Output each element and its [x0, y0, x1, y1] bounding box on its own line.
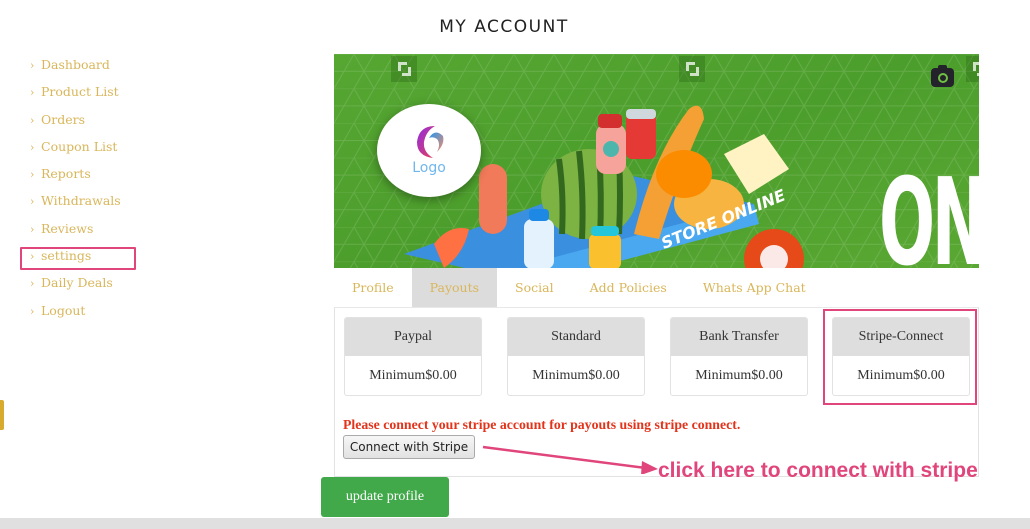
chevron-right-icon: › — [30, 86, 35, 100]
payout-method-name: Bank Transfer — [671, 318, 807, 356]
annotation-text: click here to connect with stripe — [658, 459, 978, 482]
annotation-arrow-icon — [482, 445, 658, 474]
tab-add-policies[interactable]: Add Policies — [572, 268, 685, 307]
chevron-right-icon: › — [30, 168, 35, 182]
connect-with-stripe-button[interactable]: Connect with Stripe — [343, 435, 475, 459]
chevron-right-icon: › — [30, 222, 35, 236]
sidebar-item-withdrawals[interactable]: › Withdrawals — [30, 192, 121, 219]
store-banner: STORE ONLINE Logo ON — [334, 54, 979, 268]
tab-payouts[interactable]: Payouts — [411, 268, 498, 307]
footer-strip — [0, 518, 1030, 529]
payout-method-minimum: Minimum$0.00 — [695, 368, 783, 383]
sidebar-item-dashboard[interactable]: › Dashboard — [30, 56, 121, 83]
side-tab-handle[interactable] — [0, 400, 4, 430]
banner-headline: ON — [879, 154, 979, 269]
crop-icon[interactable] — [966, 56, 979, 82]
sidebar-item-product-list[interactable]: › Product List — [30, 83, 121, 110]
tab-whats-app-chat[interactable]: Whats App Chat — [685, 268, 824, 307]
tab-profile[interactable]: Profile — [334, 268, 412, 307]
sidebar-item-label: Coupon List — [41, 138, 118, 154]
sidebar-item-label: Orders — [41, 111, 86, 127]
chevron-right-icon: › — [30, 195, 35, 209]
sidebar-item-reviews[interactable]: › Reviews — [30, 220, 121, 247]
sidebar-item-label: Daily Deals — [41, 275, 113, 291]
chevron-right-icon: › — [30, 277, 35, 291]
payout-method-paypal[interactable]: Paypal Minimum$0.00 — [344, 317, 482, 396]
payout-method-minimum: Minimum$0.00 — [369, 368, 457, 383]
sidebar-item-label: Reports — [41, 166, 91, 182]
crop-icon[interactable] — [679, 56, 705, 82]
chevron-right-icon: › — [30, 113, 35, 127]
sidebar-item-coupon-list[interactable]: › Coupon List — [30, 138, 121, 165]
chevron-right-icon: › — [30, 304, 35, 318]
sidebar-item-logout[interactable]: › Logout — [30, 302, 121, 329]
payout-method-minimum: Minimum$0.00 — [532, 368, 620, 383]
sidebar-item-daily-deals[interactable]: › Daily Deals — [30, 274, 121, 301]
page-title: MY ACCOUNT — [439, 17, 569, 37]
stripe-connect-highlight-box — [823, 309, 977, 405]
update-profile-button[interactable]: update profile — [321, 477, 449, 517]
payout-method-bank-transfer[interactable]: Bank Transfer Minimum$0.00 — [670, 317, 808, 396]
sidebar-item-label: Logout — [41, 302, 86, 318]
payout-method-standard[interactable]: Standard Minimum$0.00 — [507, 317, 645, 396]
camera-icon[interactable] — [931, 65, 954, 87]
tab-social[interactable]: Social — [497, 268, 572, 307]
store-logo[interactable]: Logo — [377, 104, 481, 197]
sidebar-nav: › Dashboard › Product List › Orders › Coupon… — [30, 56, 121, 329]
chevron-right-icon: › — [30, 59, 35, 72]
sidebar-item-label: Dashboard — [41, 57, 110, 72]
crop-icon[interactable] — [391, 56, 417, 82]
sidebar-item-label: Product List — [41, 84, 119, 100]
payout-method-name: Standard — [508, 318, 644, 356]
logo-text: Logo — [412, 160, 446, 176]
logo-swirl-icon — [417, 126, 444, 158]
payout-method-name: Paypal — [345, 318, 481, 356]
settings-highlight-box — [20, 247, 136, 270]
sidebar-item-orders[interactable]: › Orders — [30, 111, 121, 138]
chevron-right-icon: › — [30, 140, 35, 154]
stripe-connect-notice: Please connect your stripe account for p… — [343, 417, 741, 432]
settings-tabs: Profile Payouts Social Add Policies What… — [334, 268, 824, 307]
sidebar-item-reports[interactable]: › Reports — [30, 165, 121, 192]
sidebar-item-label: Withdrawals — [41, 193, 121, 209]
sidebar-item-label: Reviews — [41, 220, 94, 236]
